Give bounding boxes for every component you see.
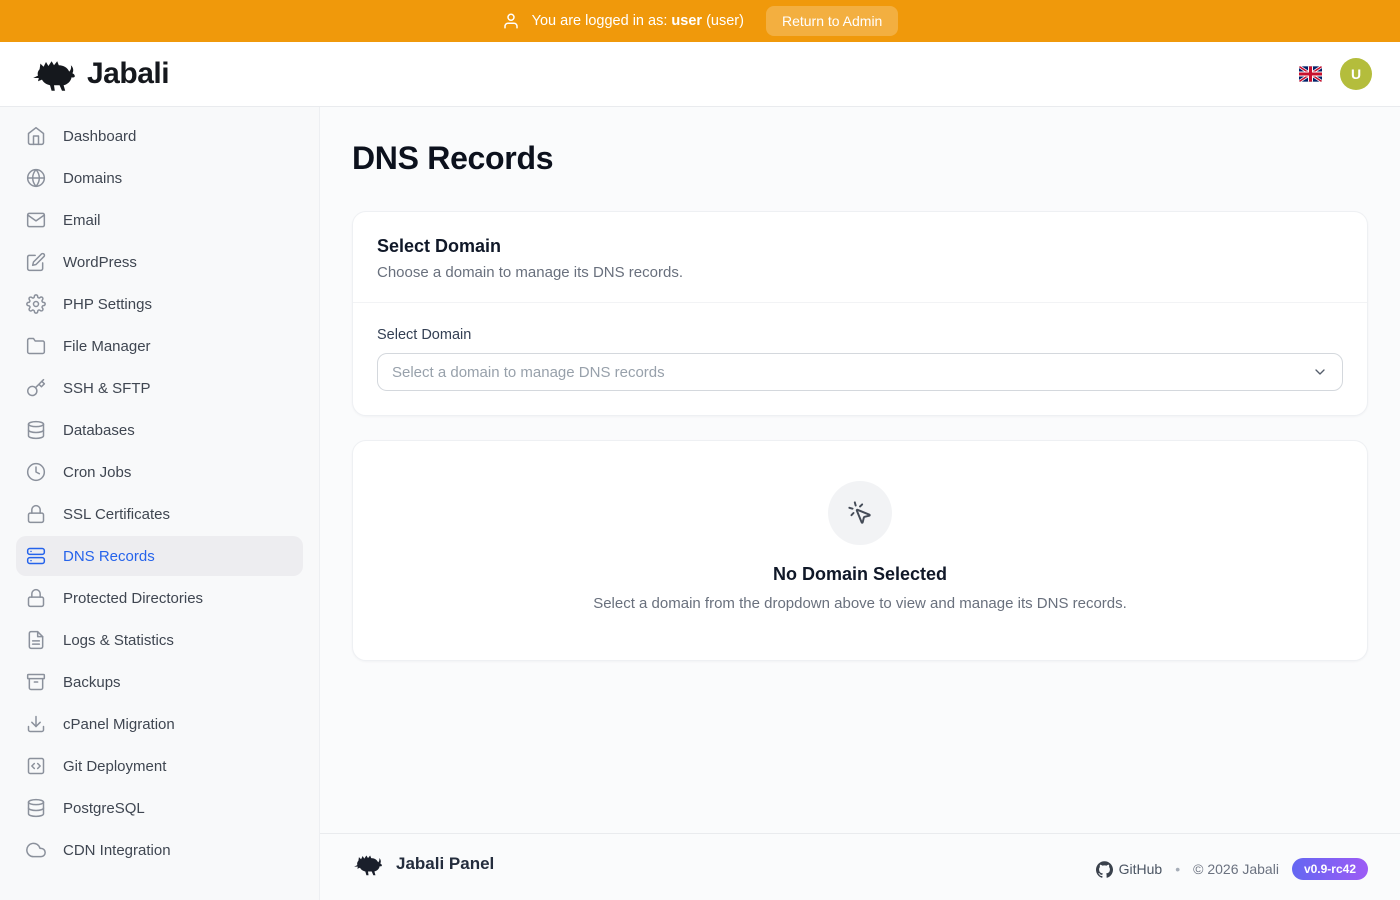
key-icon [26, 378, 46, 398]
github-icon [1096, 861, 1113, 878]
home-icon [26, 126, 46, 146]
domain-select-label: Select Domain [377, 327, 1343, 343]
card-description: Choose a domain to manage its DNS record… [377, 264, 1343, 281]
lock-icon [26, 588, 46, 608]
copyright-text: © 2026 Jabali [1193, 861, 1279, 877]
lock-icon [26, 504, 46, 524]
cloud-icon [26, 840, 46, 860]
separator-dot: • [1175, 861, 1180, 877]
sidebar-item-file-manager[interactable]: File Manager [16, 326, 303, 366]
language-flag-icon[interactable] [1299, 66, 1322, 82]
sidebar-item-postgresql[interactable]: PostgreSQL [16, 788, 303, 828]
sidebar-item-email[interactable]: Email [16, 200, 303, 240]
gear-icon [26, 294, 46, 314]
footer: Jabali Panel GitHub • © 2026 Jabali v0.9… [320, 833, 1400, 900]
sidebar-item-cron-jobs[interactable]: Cron Jobs [16, 452, 303, 492]
pen-icon [26, 252, 46, 272]
sidebar-item-dns-records[interactable]: DNS Records [16, 536, 303, 576]
sidebar-item-cpanel-migration[interactable]: cPanel Migration [16, 704, 303, 744]
brand-home-link[interactable]: Jabali [30, 55, 169, 93]
database-icon [26, 420, 46, 440]
brand-title: Jabali [87, 57, 169, 91]
domain-select[interactable]: Select a domain to manage DNS records [377, 353, 1343, 391]
code-icon [26, 756, 46, 776]
server-icon [26, 546, 46, 566]
impersonation-banner: You are logged in as: user (user) Return… [0, 0, 1400, 42]
folder-icon [26, 336, 46, 356]
clock-icon [26, 462, 46, 482]
sidebar-item-ssh-sftp[interactable]: SSH & SFTP [16, 368, 303, 408]
sidebar-nav: Dashboard Domains Email WordPress PHP Se… [0, 107, 320, 900]
boar-logo-icon [352, 851, 384, 877]
sidebar-item-ssl-certificates[interactable]: SSL Certificates [16, 494, 303, 534]
select-domain-card: Select Domain Choose a domain to manage … [352, 211, 1368, 416]
empty-state-icon-circle [828, 481, 892, 545]
mail-icon [26, 210, 46, 230]
sidebar-item-git-deployment[interactable]: Git Deployment [16, 746, 303, 786]
sidebar-item-databases[interactable]: Databases [16, 410, 303, 450]
version-badge: v0.9-rc42 [1292, 858, 1368, 880]
sidebar-item-php-settings[interactable]: PHP Settings [16, 284, 303, 324]
logged-in-text: You are logged in as: user (user) [532, 13, 744, 29]
logged-in-username: user [671, 13, 702, 29]
sidebar-item-domains[interactable]: Domains [16, 158, 303, 198]
chevron-down-icon [1312, 364, 1328, 380]
file-text-icon [26, 630, 46, 650]
app-header: Jabali U [0, 42, 1400, 107]
empty-state-title: No Domain Selected [773, 564, 947, 585]
user-avatar[interactable]: U [1340, 58, 1372, 90]
database-icon [26, 798, 46, 818]
empty-state-description: Select a domain from the dropdown above … [593, 594, 1127, 614]
globe-icon [26, 168, 46, 188]
sidebar-item-protected-directories[interactable]: Protected Directories [16, 578, 303, 618]
page-title: DNS Records [352, 140, 1368, 177]
user-icon [502, 12, 520, 30]
github-link[interactable]: GitHub [1096, 861, 1163, 878]
card-title: Select Domain [377, 236, 1343, 257]
mouse-pointer-click-icon [847, 500, 873, 526]
download-icon [26, 714, 46, 734]
main-area: DNS Records Select Domain Choose a domai… [320, 107, 1400, 900]
footer-brand-title: Jabali Panel [396, 854, 494, 874]
boar-logo-icon [30, 55, 78, 93]
return-to-admin-button[interactable]: Return to Admin [766, 6, 898, 36]
empty-state-card: No Domain Selected Select a domain from … [352, 440, 1368, 661]
domain-select-placeholder: Select a domain to manage DNS records [392, 364, 665, 381]
sidebar-item-backups[interactable]: Backups [16, 662, 303, 702]
sidebar-item-wordpress[interactable]: WordPress [16, 242, 303, 282]
sidebar-item-dashboard[interactable]: Dashboard [16, 116, 303, 156]
archive-icon [26, 672, 46, 692]
sidebar-item-logs-statistics[interactable]: Logs & Statistics [16, 620, 303, 660]
sidebar-item-cdn-integration[interactable]: CDN Integration [16, 830, 303, 870]
